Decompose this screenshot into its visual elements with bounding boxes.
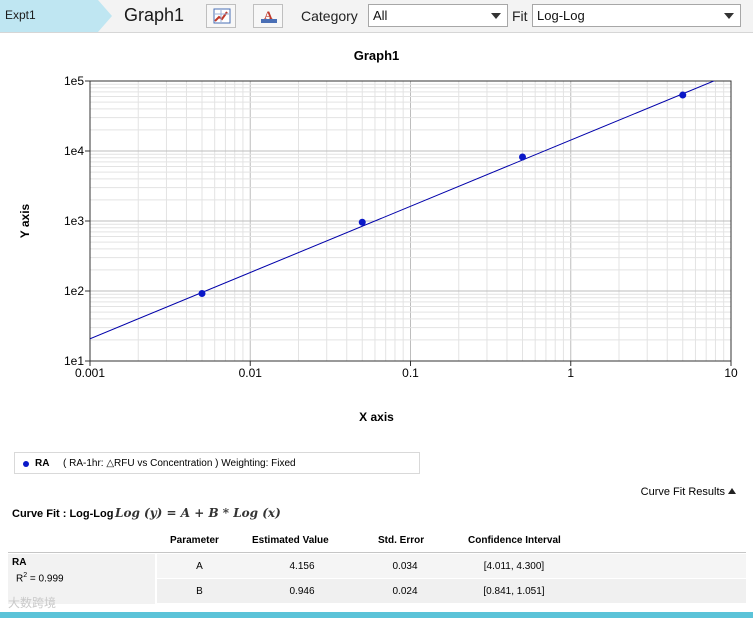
y-tick-label: 1e3 [64,214,84,228]
x-tick-label: 0.01 [239,366,263,380]
watermark-logo: 大数跨境 [8,596,57,610]
chart-legend: RA ( RA-1hr: △RFU vs Concentration ) Wei… [14,452,420,474]
column-header-std-error: Std. Error [378,535,425,546]
legend-description: ( RA-1hr: △RFU vs Concentration ) Weight… [63,458,296,469]
column-header-parameter: Parameter [170,535,219,546]
y-tick-label: 1e1 [64,354,84,368]
r-squared: R2 = 0.999 [16,572,64,585]
x-tick-label: 0.1 [402,366,419,380]
legend-series-name: RA [35,458,50,469]
cell-estimate: 4.156 [289,561,315,572]
cell-parameter: A [196,561,203,572]
series-name: RA [12,557,27,568]
table-divider [8,552,746,553]
cell-ci: [4.011, 4.300] [483,561,545,572]
curve-fit-results-toggle[interactable]: Curve Fit Results [641,486,736,498]
y-tick-label: 1e5 [64,74,84,88]
x-tick-label: 1 [567,366,574,380]
fit-equation: Log (y) = A + B * Log (x) [115,506,281,520]
table-row: A 4.156 0.034 [4.011, 4.300] [157,554,746,578]
cell-std-error: 0.024 [392,586,418,597]
column-header-confidence-interval: Confidence Interval [468,535,561,546]
x-tick-label: 10 [724,366,738,380]
bottom-accent-bar [0,612,753,618]
cell-parameter: B [196,586,203,597]
data-point [519,153,527,161]
chart-plot: 0.001 0.01 0.1 1 10 1e1 1e2 1e3 1e4 1e5 X axis Y ax… [18,74,738,424]
x-axis-label: X axis [359,410,394,424]
legend-marker [23,461,29,467]
x-tick-label: 0.001 [75,366,105,380]
cell-estimate: 0.946 [289,586,315,597]
data-point [679,91,687,99]
data-point [198,290,206,298]
y-axis-label: Y axis [18,203,32,238]
cell-std-error: 0.034 [392,561,418,572]
table-row: B 0.946 0.024 [0.841, 1.051] [157,579,746,603]
curve-fit-label: Curve Fit : Log-Log [12,508,114,520]
y-tick-label: 1e4 [64,144,84,158]
collapse-arrow-icon [728,488,736,494]
column-header-estimated-value: Estimated Value [252,535,329,546]
y-tick-label: 1e2 [64,284,84,298]
cell-ci: [0.841, 1.051] [483,586,545,597]
data-point [358,218,366,226]
curve-fit-results-label: Curve Fit Results [640,486,725,498]
